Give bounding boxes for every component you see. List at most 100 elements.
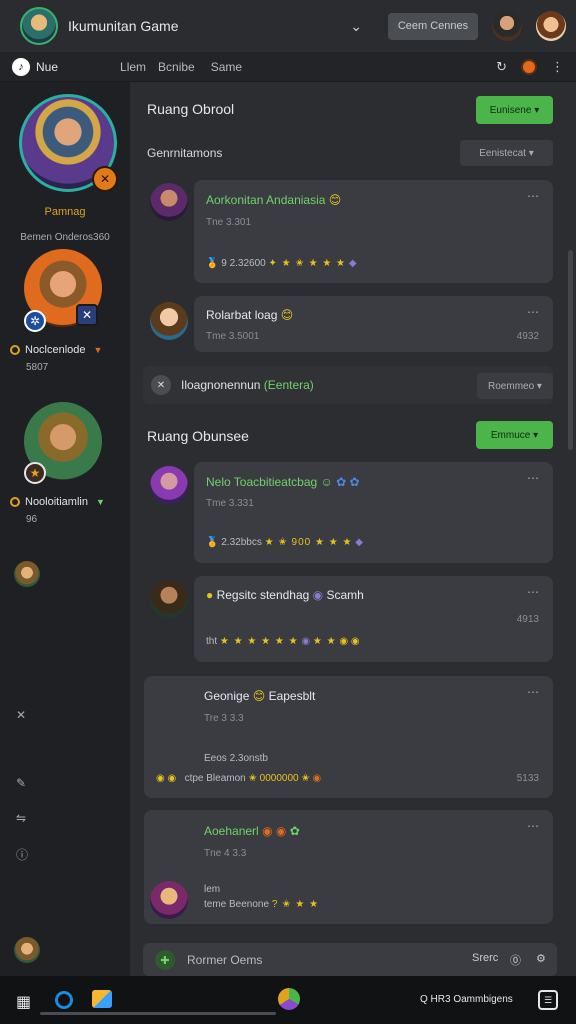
hero-name-2: Nooloitiamlin	[25, 496, 88, 508]
notification-icon[interactable]: ☰	[538, 990, 558, 1010]
nav-tab-1[interactable]: Llem	[120, 60, 146, 74]
folder-icon[interactable]	[92, 990, 112, 1008]
nav-tab-3[interactable]: Same	[211, 60, 242, 74]
message-meta: Tne 4 3.3	[204, 848, 247, 859]
message-card[interactable]: ● Regsitc stendhag ◉ Scamh tht ★ ★ ★ ★ ★…	[194, 576, 553, 662]
message-card[interactable]: Aoehanerl ◉ ◉ ✿ Tne 4 3.3 lem teme Beeno…	[144, 810, 553, 924]
more-icon[interactable]: ⋮	[551, 59, 564, 75]
more-icon[interactable]: ⋯	[527, 585, 539, 599]
message-title: ● Regsitc stendhag ◉ Scamh	[206, 588, 364, 602]
section-title-1: Ruang Obrool	[147, 101, 235, 117]
divider-select[interactable]: Roemmeo ▾	[477, 373, 553, 399]
hero-class-icon-2: ★	[24, 462, 46, 484]
profile-avatar[interactable]	[14, 937, 40, 963]
message-sub-row: lem	[204, 884, 221, 895]
mic-icon[interactable]: ⓪	[510, 952, 521, 968]
hero-role-icon: ✕	[76, 304, 98, 326]
taskbar-indicator	[40, 1012, 276, 1015]
message-card[interactable]: Aorkonitan Andaniasia 😊 Tne 3.301 🏅 9 2.…	[194, 180, 553, 283]
message-avatar[interactable]	[150, 881, 188, 919]
hero-value-1: 5807	[26, 362, 49, 373]
message-sub-row: Eeos 2.3onstb	[204, 753, 268, 764]
compose-bar[interactable]: ✚ Rormer Oems Srerc ⓪ ⚙	[143, 943, 557, 976]
more-icon[interactable]: ⋯	[527, 819, 539, 833]
system-tray[interactable]: Q HR3 Oammbigens	[420, 994, 513, 1005]
message-avatar[interactable]	[150, 466, 188, 504]
message-title: Aorkonitan Andaniasia 😊	[206, 193, 342, 207]
message-title: Nelo Toacbitieatcbag ☺ ✿ ✿	[206, 475, 360, 489]
hero-class-icon: ✲	[24, 310, 46, 332]
home-label: Nue	[36, 59, 59, 74]
nav-right-icons: ↻ ⋮	[496, 58, 564, 75]
check-icon: ▼	[95, 497, 105, 507]
scrollbar[interactable]	[568, 250, 573, 450]
message-meta: Tme 3.331	[206, 498, 254, 509]
add-icon[interactable]: ✚	[155, 950, 175, 970]
link-icon[interactable]: ⇋	[16, 811, 26, 825]
section-1-button-label: Eunisene	[489, 104, 532, 116]
message-avatar[interactable]	[150, 302, 188, 340]
message-meta: Tme 3.5001	[206, 331, 260, 342]
left-sidebar: ✕ Pamnag Bemen Onderos360 ✲ ✕ Noclcenlod…	[0, 82, 130, 976]
message-title: Aoehanerl ◉ ◉ ✿	[204, 824, 300, 838]
message-meta: Tne 3.301	[206, 217, 252, 228]
compose-placeholder: Rormer Oems	[187, 953, 263, 967]
app-logo	[20, 7, 58, 45]
more-icon[interactable]: ⋯	[527, 189, 539, 203]
message-rating-row: 🏅 2.32bbcs ★ ✬ 900 ★ ★ ★ ◆	[206, 537, 363, 548]
hero-row-2[interactable]: Nooloitiamlin ▼	[10, 496, 105, 508]
section-subheading: Genrnitamons	[147, 146, 223, 160]
message-count: 4932	[516, 331, 539, 342]
info-icon[interactable]: ⓘ	[16, 846, 28, 863]
section-title-2: Ruang Obunsee	[147, 428, 249, 444]
home-icon: ♪	[12, 57, 30, 76]
message-meta: Tre 3 3.3	[204, 713, 244, 724]
message-count: 4913	[516, 614, 539, 625]
divider-text: Iloagnonennun (Eentera)	[181, 378, 314, 392]
mini-avatar[interactable]	[14, 561, 40, 587]
more-icon[interactable]: ⋯	[527, 685, 539, 699]
header-action-button[interactable]: Ceem Cennes	[388, 12, 478, 40]
message-avatar[interactable]	[150, 183, 188, 221]
section-2-button[interactable]: Emmuce ▾	[476, 421, 553, 449]
message-rating-row: tht ★ ★ ★ ★ ★ ★ ◉ ★ ★ ◉ ◉	[206, 636, 360, 647]
edit-icon[interactable]: ✎	[16, 776, 26, 790]
expand-icon: ▼	[93, 345, 103, 355]
message-rating-row: teme Beenone ? ✬ ★ ★	[204, 899, 320, 910]
windows-start-icon[interactable]: ▦	[16, 992, 31, 1012]
app-window: Ikumunitan Game ⌄ Ceem Cennes ♪ Nue Llem…	[0, 0, 576, 1024]
refresh-icon[interactable]: ↻	[496, 59, 507, 75]
hero-name-1: Noclcenlode	[25, 344, 86, 356]
main-hero-sub: Bemen Onderos360	[20, 232, 110, 243]
compose-right-label: Srerc	[472, 952, 499, 964]
friend-avatar[interactable]	[492, 11, 522, 41]
close-icon[interactable]: ✕	[16, 708, 26, 722]
nav-bar: ♪ Nue Llem Bcnibe Same ↻ ⋮	[0, 52, 576, 82]
orange-status-icon[interactable]	[521, 58, 537, 75]
hero-value-2: 96	[26, 514, 38, 525]
more-icon[interactable]: ⋯	[527, 305, 539, 319]
game-app-icon[interactable]	[278, 988, 300, 1010]
message-avatar[interactable]	[150, 580, 188, 618]
message-count: 5133	[516, 773, 539, 784]
title-bar: Ikumunitan Game ⌄ Ceem Cennes	[0, 0, 576, 52]
toggle-icon[interactable]: ✕	[151, 375, 171, 395]
user-avatar[interactable]	[536, 11, 566, 41]
nav-tab-2[interactable]: Bcnibe	[158, 60, 195, 74]
message-card[interactable]: Geonige 😊 Eapesblt Tre 3 3.3 Eeos 2.3ons…	[144, 676, 553, 798]
status-icon-2	[10, 497, 20, 507]
main-hero-label: Pamnag	[44, 206, 86, 218]
hero-badge-icon: ✕	[92, 166, 118, 192]
taskbar: ▦ Q HR3 Oammbigens ☰	[0, 976, 576, 1024]
search-icon[interactable]	[55, 991, 73, 1009]
settings-icon[interactable]: ⚙	[536, 952, 546, 965]
home-nav[interactable]: ♪ Nue	[12, 57, 59, 76]
more-icon[interactable]: ⋯	[527, 471, 539, 485]
hero-row-1[interactable]: Noclcenlode ▼	[10, 344, 102, 356]
message-card[interactable]: Nelo Toacbitieatcbag ☺ ✿ ✿ Tme 3.331 🏅 2…	[194, 462, 553, 563]
message-card[interactable]: Rolarbat loag 😊 Tme 3.5001 ⋯ 4932	[194, 296, 553, 352]
message-rating-row: ◉ ◉ ctpe Bleamon ✬ 0000000 ✬ ◉	[156, 773, 322, 784]
section-1-button[interactable]: Eunisene ▾	[476, 96, 553, 124]
filter-select[interactable]: Eenistecat ▾	[460, 140, 553, 166]
chevron-down-icon[interactable]: ⌄	[350, 18, 362, 35]
